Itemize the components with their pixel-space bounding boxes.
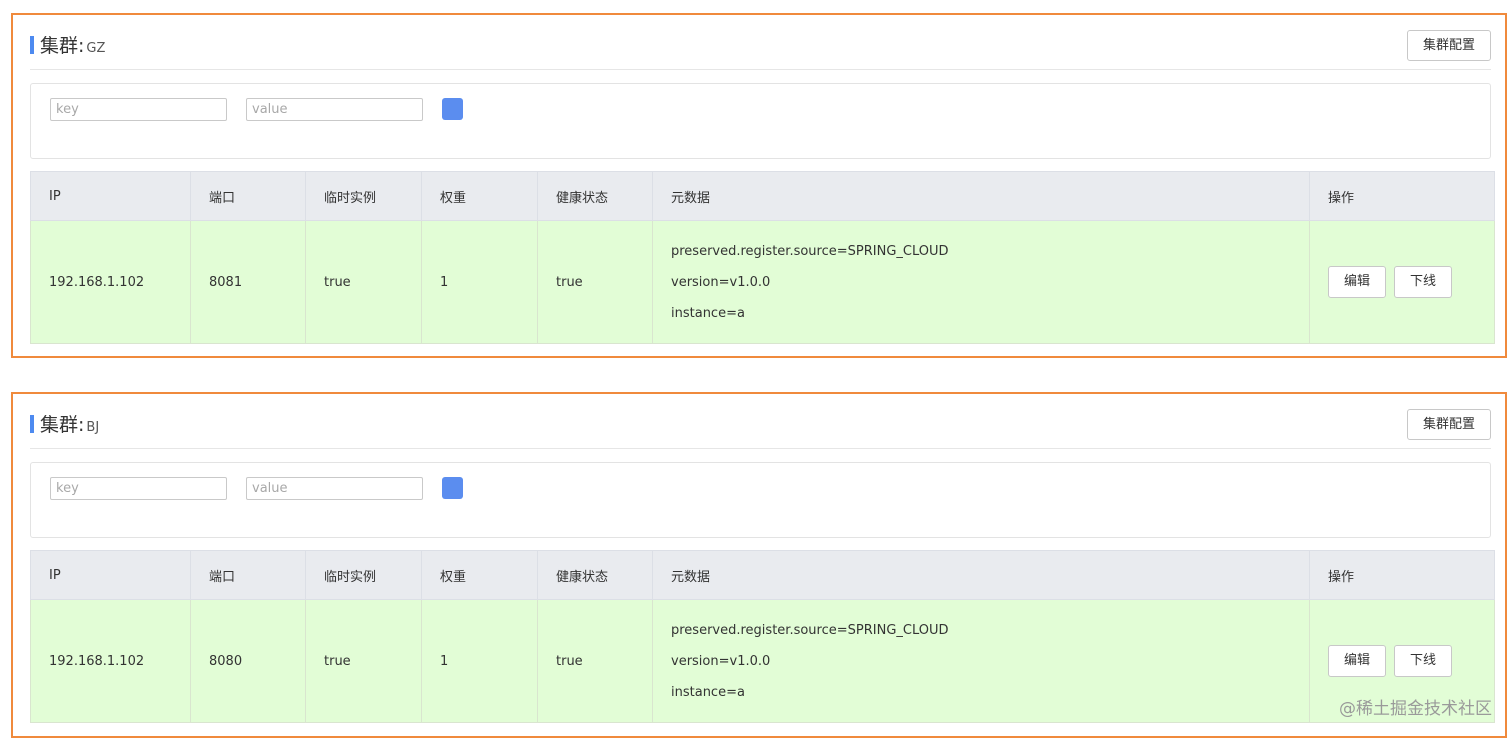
metadata-line: preserved.register.source=SPRING_CLOUD <box>671 622 949 638</box>
col-header-ephemeral: 临时实例 <box>305 171 422 221</box>
instance-table: IP 端口 临时实例 权重 健康状态 元数据 操作 192.168.1.102 … <box>30 171 1495 344</box>
edit-button[interactable]: 编辑 <box>1328 266 1386 298</box>
metadata-line: version=v1.0.0 <box>671 274 771 290</box>
metadata-filter <box>30 83 1491 159</box>
metadata-line: instance=a <box>671 684 745 700</box>
cluster-title: 集群: GZ <box>40 33 105 62</box>
instance-table: IP 端口 临时实例 权重 健康状态 元数据 操作 192.168.1.102 … <box>30 550 1495 723</box>
key-input[interactable] <box>50 477 227 500</box>
cell-healthy: true <box>537 599 653 723</box>
watermark: @稀土掘金技术社区 <box>1339 699 1492 719</box>
table-row: 192.168.1.102 8080 true 1 true preserved… <box>30 599 1495 723</box>
cell-actions: 编辑 下线 <box>1309 220 1495 344</box>
cell-port: 8080 <box>190 599 306 723</box>
cell-healthy: true <box>537 220 653 344</box>
col-header-weight: 权重 <box>421 550 538 600</box>
col-header-metadata: 元数据 <box>652 550 1310 600</box>
col-header-healthy: 健康状态 <box>537 550 653 600</box>
cell-metadata: preserved.register.source=SPRING_CLOUD v… <box>652 220 1310 344</box>
key-input[interactable] <box>50 98 227 121</box>
cluster-panel-bj: 集群:BJ 集群配置 IP 端口 临时实例 权重 健康状态 元数据 操作 192… <box>11 392 1507 738</box>
cell-ip: 192.168.1.102 <box>30 220 191 344</box>
col-header-ip: IP <box>30 550 191 600</box>
table-row: 192.168.1.102 8081 true 1 true preserved… <box>30 220 1495 344</box>
cluster-config-button[interactable]: 集群配置 <box>1407 409 1491 440</box>
metadata-line: preserved.register.source=SPRING_CLOUD <box>671 243 949 259</box>
cluster-name: BJ <box>86 420 100 435</box>
col-header-ephemeral: 临时实例 <box>305 550 422 600</box>
cell-ephemeral: true <box>305 220 422 344</box>
col-header-actions: 操作 <box>1309 550 1495 600</box>
cell-metadata: preserved.register.source=SPRING_CLOUD v… <box>652 599 1310 723</box>
col-header-actions: 操作 <box>1309 171 1495 221</box>
cell-ephemeral: true <box>305 599 422 723</box>
cell-weight: 1 <box>421 220 538 344</box>
cell-port: 8081 <box>190 220 306 344</box>
table-header-row: IP 端口 临时实例 权重 健康状态 元数据 操作 <box>30 550 1495 600</box>
col-header-port: 端口 <box>190 171 306 221</box>
col-header-ip: IP <box>30 171 191 221</box>
metadata-line: version=v1.0.0 <box>671 653 771 669</box>
offline-button[interactable]: 下线 <box>1394 645 1452 677</box>
col-header-metadata: 元数据 <box>652 171 1310 221</box>
value-input[interactable] <box>246 98 423 121</box>
cluster-panel-gz: 集群:GZ 集群配置 IP 端口 临时实例 权重 健康状态 元数据 操作 192… <box>11 13 1507 358</box>
filter-submit-button[interactable] <box>442 98 463 120</box>
col-header-port: 端口 <box>190 550 306 600</box>
cell-ip: 192.168.1.102 <box>30 599 191 723</box>
cluster-title-label: 集群: <box>40 35 85 57</box>
offline-button[interactable]: 下线 <box>1394 266 1452 298</box>
cluster-title-label: 集群: <box>40 414 85 436</box>
cluster-name: GZ <box>86 41 106 56</box>
value-input[interactable] <box>246 477 423 500</box>
cell-weight: 1 <box>421 599 538 723</box>
cluster-header: 集群: BJ 集群配置 <box>30 409 1491 449</box>
title-accent-bar <box>30 415 34 433</box>
title-accent-bar <box>30 36 34 54</box>
cluster-header: 集群: GZ 集群配置 <box>30 30 1491 70</box>
edit-button[interactable]: 编辑 <box>1328 645 1386 677</box>
filter-submit-button[interactable] <box>442 477 463 499</box>
metadata-filter <box>30 462 1491 538</box>
col-header-weight: 权重 <box>421 171 538 221</box>
table-header-row: IP 端口 临时实例 权重 健康状态 元数据 操作 <box>30 171 1495 221</box>
metadata-line: instance=a <box>671 305 745 321</box>
cluster-title: 集群: BJ <box>40 412 99 441</box>
cluster-config-button[interactable]: 集群配置 <box>1407 30 1491 61</box>
col-header-healthy: 健康状态 <box>537 171 653 221</box>
